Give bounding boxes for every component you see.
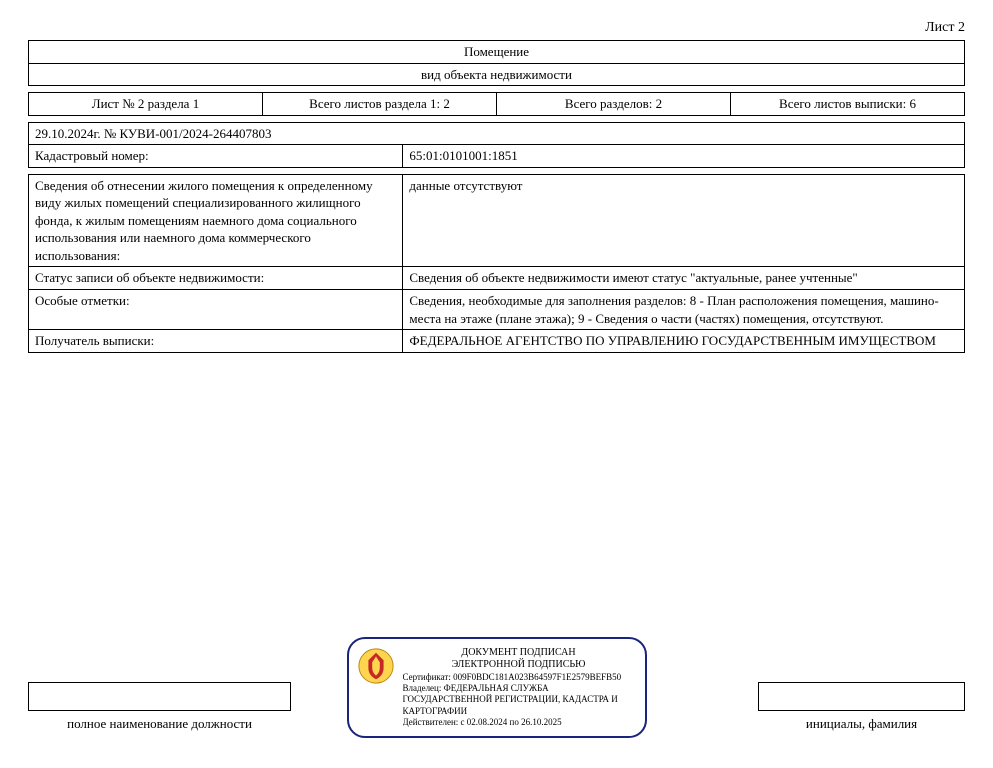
section-cell-3: Всего разделов: 2 bbox=[497, 93, 731, 116]
footer-initials-label: инициалы, фамилия bbox=[759, 710, 965, 738]
sig-owner-label: Владелец: bbox=[403, 683, 442, 693]
doc-ref: 29.10.2024г. № КУВИ-001/2024-264407803 bbox=[29, 122, 965, 145]
row-label: Статус записи об объекте недвижимости: bbox=[29, 267, 403, 290]
row-label: Сведения об отнесении жилого помещения к… bbox=[29, 174, 403, 267]
row-label: Особые отметки: bbox=[29, 290, 403, 330]
footer-spacer bbox=[702, 682, 758, 710]
section-cell-2: Всего листов раздела 1: 2 bbox=[263, 93, 497, 116]
sig-title-1: ДОКУМЕНТ ПОДПИСАН bbox=[403, 647, 635, 660]
section-row: Лист № 2 раздела 1 Всего листов раздела … bbox=[28, 92, 965, 116]
row-value: Сведения, необходимые для заполнения раз… bbox=[403, 290, 965, 330]
sig-cert-value: 009F0BDC181A023B64597F1E2579BEFB50 bbox=[453, 672, 621, 682]
section-cell-1: Лист № 2 раздела 1 bbox=[29, 93, 263, 116]
row-value: ФЕДЕРАЛЬНОЕ АГЕНТСТВО ПО УПРАВЛЕНИЮ ГОСУ… bbox=[403, 330, 965, 353]
sig-title-2: ЭЛЕКТРОННОЙ ПОДПИСЬЮ bbox=[403, 659, 635, 672]
header-subtitle: вид объекта недвижимости bbox=[29, 63, 965, 86]
page-number: Лист 2 bbox=[28, 20, 965, 36]
row-value: Сведения об объекте недвижимости имеют с… bbox=[403, 267, 965, 290]
header-table: Помещение вид объекта недвижимости bbox=[28, 40, 965, 86]
cad-label: Кадастровый номер: bbox=[29, 145, 403, 168]
sig-cert: Сертификат: 009F0BDC181A023B64597F1E2579… bbox=[403, 672, 635, 683]
footer-spacer bbox=[291, 682, 347, 710]
data-table: Сведения об отнесении жилого помещения к… bbox=[28, 174, 965, 353]
footer-pos-blank bbox=[29, 682, 291, 710]
sig-cert-label: Сертификат: bbox=[403, 672, 451, 682]
footer-spacer bbox=[702, 710, 758, 738]
row-value: данные отсутствуют bbox=[403, 174, 965, 267]
footer-init-blank bbox=[759, 682, 965, 710]
footer-area: полное наименование должности инициалы, … bbox=[28, 682, 965, 739]
signature-stamp: ДОКУМЕНТ ПОДПИСАН ЭЛЕКТРОННОЙ ПОДПИСЬЮ С… bbox=[347, 637, 647, 738]
sig-valid-value: с 02.08.2024 по 26.10.2025 bbox=[461, 717, 562, 727]
section-cell-4: Всего листов выписки: 6 bbox=[731, 93, 965, 116]
header-title: Помещение bbox=[29, 41, 965, 64]
cad-value: 65:01:0101001:1851 bbox=[403, 145, 965, 168]
row-label: Получатель выписки: bbox=[29, 330, 403, 353]
eagle-emblem-icon bbox=[357, 647, 395, 685]
sig-valid: Действителен: с 02.08.2024 по 26.10.2025 bbox=[403, 717, 635, 728]
footer-spacer bbox=[291, 710, 347, 738]
meta-table: 29.10.2024г. № КУВИ-001/2024-264407803 К… bbox=[28, 122, 965, 168]
sig-valid-label: Действителен: bbox=[403, 717, 459, 727]
sig-owner: Владелец: ФЕДЕРАЛЬНАЯ СЛУЖБА ГОСУДАРСТВЕ… bbox=[403, 683, 635, 717]
footer-position-label: полное наименование должности bbox=[29, 710, 291, 738]
